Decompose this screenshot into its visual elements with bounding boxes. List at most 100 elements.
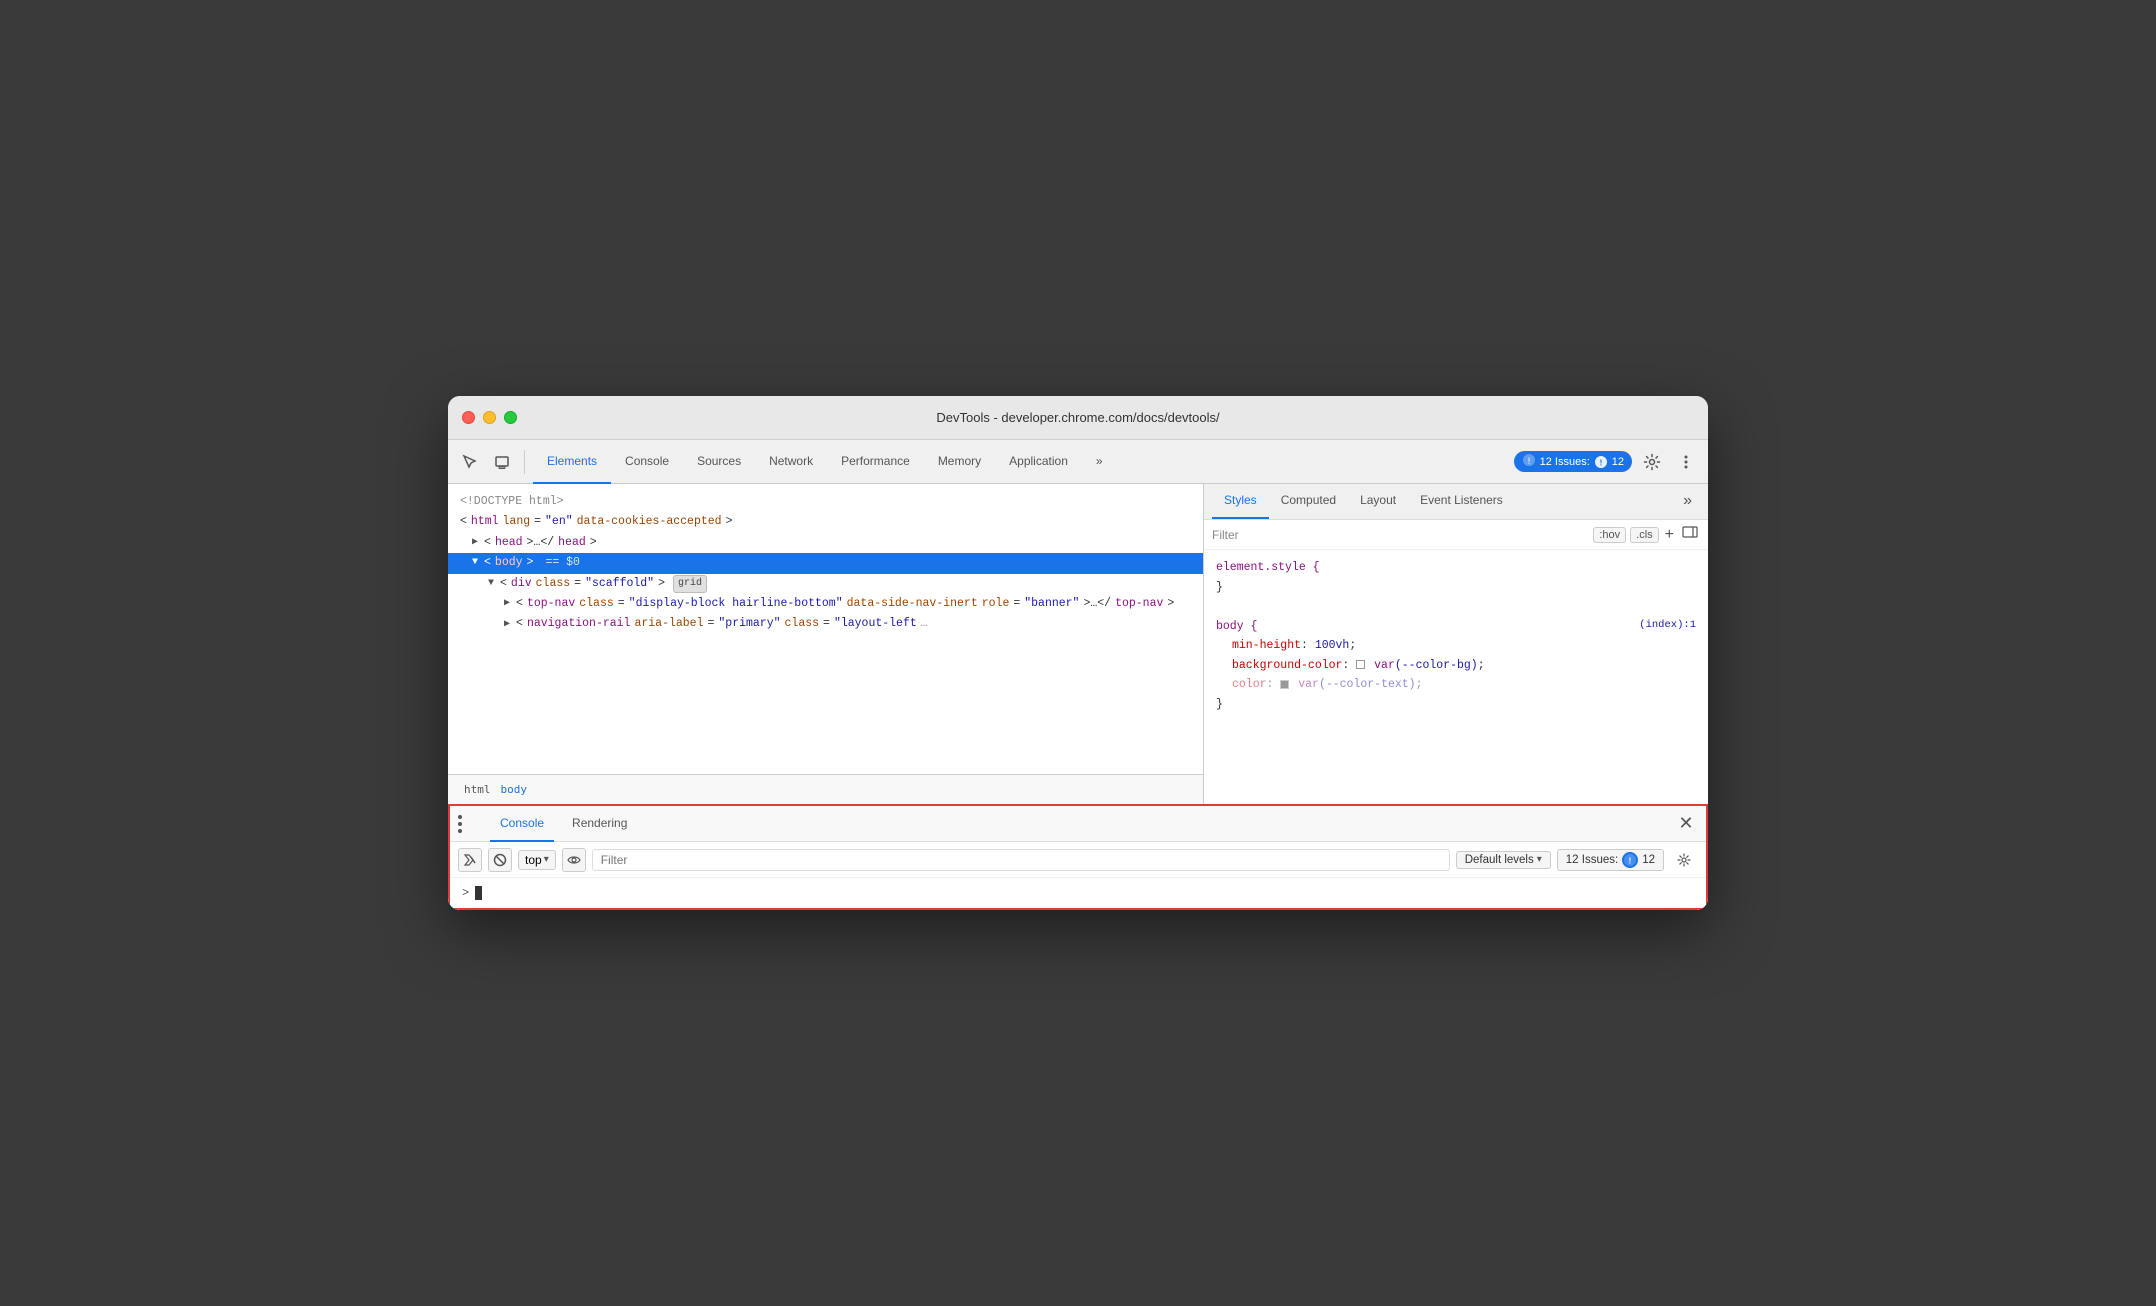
issues-badge[interactable]: ! 12 Issues: ! 12 bbox=[1514, 451, 1632, 472]
inspect-element-button[interactable] bbox=[456, 448, 484, 476]
add-style-button[interactable]: + bbox=[1663, 526, 1676, 544]
console-issues-icon: ! bbox=[1622, 852, 1638, 868]
list-item[interactable]: <html lang="en" data-cookies-accepted> bbox=[448, 512, 1203, 532]
list-item[interactable]: <!DOCTYPE html> bbox=[448, 492, 1203, 512]
hov-cls-buttons: :hov .cls + bbox=[1593, 524, 1700, 545]
breadcrumb: html body bbox=[448, 774, 1203, 804]
cls-button[interactable]: .cls bbox=[1630, 527, 1659, 543]
tab-styles[interactable]: Styles bbox=[1212, 484, 1269, 519]
style-selector: element.style { bbox=[1216, 558, 1320, 578]
breadcrumb-html[interactable]: html bbox=[460, 781, 495, 798]
window-title: DevTools - developer.chrome.com/docs/dev… bbox=[936, 410, 1219, 425]
tab-layout[interactable]: Layout bbox=[1348, 484, 1408, 519]
attr-name2: data-cookies-accepted bbox=[577, 513, 722, 531]
bracket: < bbox=[460, 513, 467, 531]
elements-panel: <!DOCTYPE html> <html lang="en" data-coo… bbox=[448, 484, 1204, 804]
maximize-button[interactable] bbox=[504, 411, 517, 424]
block-urls-button[interactable] bbox=[488, 848, 512, 872]
color-swatch-text[interactable] bbox=[1280, 680, 1289, 689]
title-bar: DevTools - developer.chrome.com/docs/dev… bbox=[448, 396, 1708, 440]
console-content[interactable]: > bbox=[450, 878, 1706, 908]
drawer-menu-button[interactable] bbox=[458, 812, 482, 836]
hov-button[interactable]: :hov bbox=[1593, 527, 1626, 543]
more-options-button[interactable] bbox=[1672, 448, 1700, 476]
style-rule-closing: } bbox=[1216, 578, 1696, 598]
body-selector: body { bbox=[1216, 617, 1257, 637]
style-rule-header: element.style { bbox=[1216, 558, 1696, 578]
device-toolbar-button[interactable] bbox=[488, 448, 516, 476]
close-button[interactable] bbox=[462, 411, 475, 424]
svg-text:!: ! bbox=[1629, 856, 1632, 865]
drawer-close-button[interactable]: ✕ bbox=[1674, 812, 1698, 836]
tab-elements[interactable]: Elements bbox=[533, 440, 611, 484]
traffic-lights bbox=[462, 411, 517, 424]
tab-console[interactable]: Console bbox=[611, 440, 683, 484]
styles-content: element.style { } body { (index):1 bbox=[1204, 550, 1708, 804]
tag-name: html bbox=[471, 513, 499, 531]
style-rule-body: body { (index):1 min-height: 100vh; back… bbox=[1216, 617, 1696, 715]
devtools-container: Elements Console Sources Network Perform… bbox=[448, 440, 1708, 910]
color-swatch-bg[interactable] bbox=[1356, 660, 1365, 669]
tab-sources[interactable]: Sources bbox=[683, 440, 755, 484]
style-rule-element: element.style { } bbox=[1216, 558, 1696, 597]
style-prop-color: color: var(--color-text); bbox=[1216, 675, 1696, 695]
style-rule-body-header: body { (index):1 bbox=[1216, 617, 1696, 637]
styles-tabs: Styles Computed Layout Event Listeners » bbox=[1204, 484, 1708, 520]
elements-content: <!DOCTYPE html> <html lang="en" data-coo… bbox=[448, 484, 1203, 774]
toolbar-right: ! 12 Issues: ! 12 bbox=[1514, 448, 1700, 476]
drawer-tab-rendering[interactable]: Rendering bbox=[562, 806, 637, 842]
style-prop-bg-color: background-color: var(--color-bg); bbox=[1216, 656, 1696, 676]
issues-icon: ! bbox=[1522, 453, 1536, 470]
attr-name: lang bbox=[503, 513, 531, 531]
tab-network[interactable]: Network bbox=[755, 440, 827, 484]
styles-filter-input[interactable] bbox=[1245, 528, 1588, 542]
grid-badge: grid bbox=[673, 575, 707, 593]
levels-chevron-icon: ▾ bbox=[1537, 854, 1542, 865]
style-prop-min-height: min-height: 100vh; bbox=[1216, 636, 1696, 656]
tab-navigation: Elements Console Sources Network Perform… bbox=[533, 440, 1117, 483]
context-selector[interactable]: top ▾ bbox=[518, 850, 556, 870]
toggle-sidebar-button[interactable] bbox=[1680, 524, 1700, 545]
list-item[interactable]: ▶ <navigation-rail aria-label="primary" … bbox=[448, 614, 1203, 634]
filter-label: Filter bbox=[1212, 528, 1239, 542]
tab-performance[interactable]: Performance bbox=[827, 440, 924, 484]
svg-text:!: ! bbox=[1527, 456, 1530, 466]
style-rule-body-closing: } bbox=[1216, 695, 1696, 715]
main-content: <!DOCTYPE html> <html lang="en" data-coo… bbox=[448, 484, 1708, 804]
list-item[interactable]: ▼ <body> == $0 bbox=[448, 553, 1203, 573]
issues-flag-icon: ! bbox=[1594, 455, 1608, 469]
console-cursor bbox=[475, 886, 482, 900]
tab-application[interactable]: Application bbox=[995, 440, 1082, 484]
eye-icon-button[interactable] bbox=[562, 848, 586, 872]
breadcrumb-body[interactable]: body bbox=[497, 781, 532, 798]
default-levels-dropdown[interactable]: Default levels ▾ bbox=[1456, 851, 1551, 869]
console-prompt: > bbox=[462, 886, 1694, 900]
drawer-toolbar: Console Rendering ✕ bbox=[450, 806, 1706, 842]
console-toolbar: top ▾ Default levels ▾ 12 Issues: bbox=[450, 842, 1706, 878]
minimize-button[interactable] bbox=[483, 411, 496, 424]
styles-panel: Styles Computed Layout Event Listeners » bbox=[1204, 484, 1708, 804]
styles-filter-bar: Filter :hov .cls + bbox=[1204, 520, 1708, 550]
devtools-window: DevTools - developer.chrome.com/docs/dev… bbox=[448, 396, 1708, 910]
styles-tabs-more[interactable]: » bbox=[1675, 484, 1700, 519]
tab-memory[interactable]: Memory bbox=[924, 440, 995, 484]
clear-console-button[interactable] bbox=[458, 848, 482, 872]
settings-button[interactable] bbox=[1638, 448, 1666, 476]
list-item[interactable]: ▶ <top-nav class="display-block hairline… bbox=[448, 594, 1203, 614]
prompt-chevron: > bbox=[462, 886, 469, 900]
style-source: (index):1 bbox=[1639, 617, 1696, 635]
tab-more[interactable]: » bbox=[1082, 440, 1117, 484]
console-issues-button[interactable]: 12 Issues: ! 12 bbox=[1557, 849, 1664, 871]
tab-computed[interactable]: Computed bbox=[1269, 484, 1348, 519]
drawer: Console Rendering ✕ bbox=[448, 804, 1708, 910]
svg-text:!: ! bbox=[1599, 458, 1602, 467]
tab-event-listeners[interactable]: Event Listeners bbox=[1408, 484, 1515, 519]
console-settings-button[interactable] bbox=[1670, 846, 1698, 874]
issues-count-label: 12 Issues: bbox=[1540, 456, 1590, 468]
list-item[interactable]: ▼ <div class="scaffold" > grid bbox=[448, 574, 1203, 594]
console-filter-input[interactable] bbox=[592, 849, 1450, 871]
drawer-tab-console[interactable]: Console bbox=[490, 806, 554, 842]
toolbar-separator bbox=[524, 450, 525, 474]
top-toolbar: Elements Console Sources Network Perform… bbox=[448, 440, 1708, 484]
list-item[interactable]: ▶ <head>…</head> bbox=[448, 533, 1203, 553]
